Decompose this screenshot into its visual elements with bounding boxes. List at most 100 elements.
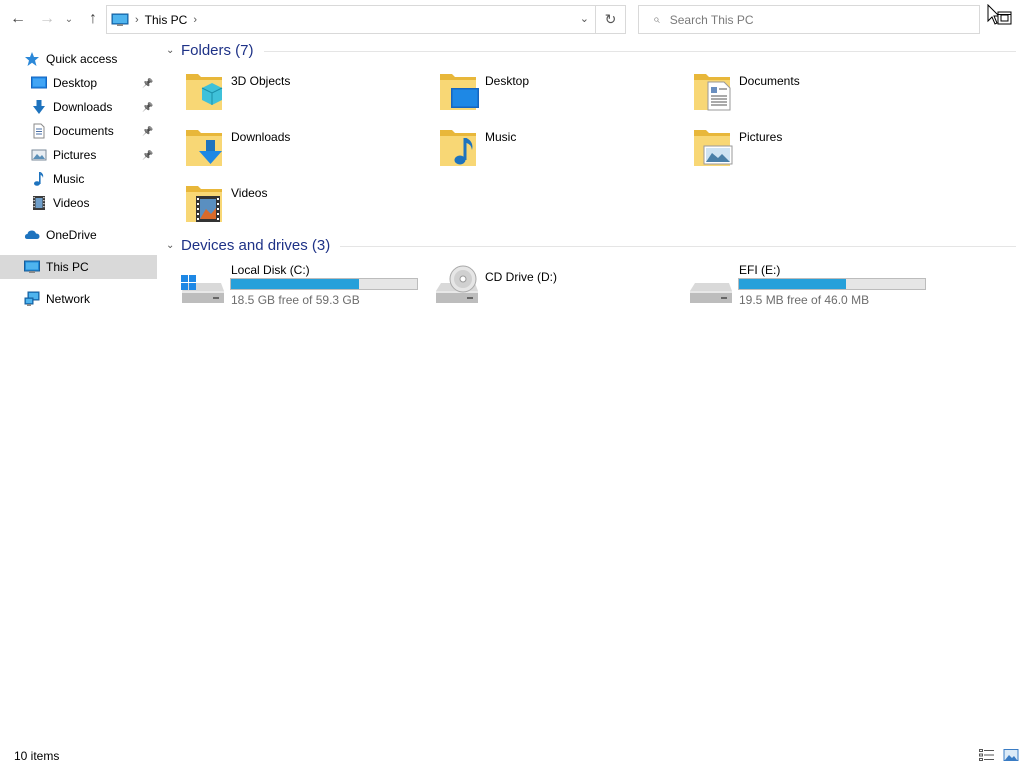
search-icon: ⌕ bbox=[653, 12, 660, 26]
up-button[interactable]: ↑ bbox=[83, 8, 103, 30]
document-icon bbox=[31, 123, 47, 139]
group-title: Devices and drives (3) bbox=[181, 236, 331, 254]
address-bar[interactable]: › This PC › ⌄ bbox=[106, 5, 596, 34]
cloud-icon bbox=[24, 227, 40, 243]
window-move-cursor-icon bbox=[987, 4, 1012, 25]
view-mode-buttons bbox=[978, 748, 1020, 762]
back-button[interactable]: ← bbox=[8, 8, 28, 30]
recent-locations-button[interactable]: ⌄ bbox=[62, 8, 76, 30]
large-icons-view-icon[interactable] bbox=[1002, 748, 1020, 762]
folder-name: Downloads bbox=[231, 130, 291, 144]
search-input[interactable] bbox=[669, 12, 950, 27]
refresh-icon: ↻ bbox=[604, 11, 617, 27]
nav-item-label: Quick access bbox=[46, 52, 118, 66]
cd-drive-icon bbox=[436, 265, 478, 303]
nav-item-label: Pictures bbox=[53, 148, 97, 162]
folder-music-icon bbox=[440, 130, 476, 166]
picture-icon bbox=[31, 147, 47, 163]
group-title: Folders (7) bbox=[181, 41, 254, 59]
folder-name: Music bbox=[485, 130, 517, 144]
folder-item-documents[interactable]: Documents bbox=[692, 66, 932, 116]
arrow-left-icon: ← bbox=[10, 10, 26, 27]
drive-free-space: 18.5 GB free of 59.3 GB bbox=[231, 293, 360, 307]
nav-this-pc[interactable]: This PC bbox=[0, 255, 157, 279]
drive-name: EFI (E:) bbox=[739, 263, 781, 277]
breadcrumb-separator[interactable]: › bbox=[135, 14, 139, 26]
drive-usage-fill bbox=[231, 279, 359, 289]
nav-item-label: Videos bbox=[53, 196, 90, 210]
folder-pictures-icon bbox=[694, 130, 733, 166]
drive-name: CD Drive (D:) bbox=[485, 270, 557, 284]
folder-desktop-icon bbox=[440, 74, 479, 110]
nav-item-videos[interactable]: Videos bbox=[0, 191, 157, 215]
pin-icon[interactable]: 📌 bbox=[142, 150, 153, 161]
nav-item-desktop[interactable]: Desktop 📌 bbox=[0, 71, 157, 95]
folder-3d-objects-icon bbox=[186, 74, 223, 110]
folders-group-header[interactable]: ⌄ Folders (7) bbox=[166, 40, 1016, 60]
drive-name: Local Disk (C:) bbox=[231, 263, 310, 277]
folder-name: Documents bbox=[739, 74, 800, 88]
navigation-pane: Quick access Desktop 📌 Downloads 📌 Docum… bbox=[0, 42, 157, 742]
nav-network[interactable]: Network bbox=[0, 287, 157, 311]
pin-icon[interactable]: 📌 bbox=[142, 102, 153, 113]
address-history-dropdown-icon[interactable]: ⌄ bbox=[580, 12, 589, 25]
group-divider bbox=[263, 50, 1016, 52]
nav-item-label: OneDrive bbox=[46, 228, 97, 242]
nav-item-label: This PC bbox=[46, 260, 89, 274]
folder-name: Pictures bbox=[739, 130, 783, 144]
music-note-icon bbox=[31, 171, 47, 187]
film-strip-icon bbox=[31, 195, 47, 211]
drive-item-d[interactable]: CD Drive (D:) bbox=[433, 263, 683, 313]
desktop-icon bbox=[31, 75, 47, 91]
search-box[interactable]: ⌕ bbox=[638, 5, 980, 34]
group-divider bbox=[340, 245, 1016, 247]
folder-item-3d-objects[interactable]: 3D Objects bbox=[184, 66, 424, 116]
star-icon bbox=[24, 51, 40, 67]
pin-icon[interactable]: 📌 bbox=[142, 78, 153, 89]
nav-item-documents[interactable]: Documents 📌 bbox=[0, 119, 157, 143]
drive-item-e[interactable]: EFI (E:) 19.5 MB free of 46.0 MB bbox=[687, 263, 937, 313]
nav-item-downloads[interactable]: Downloads 📌 bbox=[0, 95, 157, 119]
pin-icon[interactable]: 📌 bbox=[142, 126, 153, 137]
nav-item-label: Downloads bbox=[53, 100, 113, 114]
folder-documents-icon bbox=[694, 74, 731, 111]
nav-onedrive[interactable]: OneDrive bbox=[0, 223, 157, 247]
breadcrumb-separator[interactable]: › bbox=[193, 14, 197, 26]
windows-drive-icon bbox=[181, 275, 224, 303]
nav-item-label: Network bbox=[46, 292, 91, 306]
arrow-up-icon: ↑ bbox=[89, 10, 97, 27]
refresh-button[interactable]: ↻ bbox=[596, 5, 626, 34]
drives-group-header[interactable]: ⌄ Devices and drives (3) bbox=[166, 235, 1016, 255]
folder-item-videos[interactable]: Videos bbox=[184, 178, 424, 228]
collapse-chevron-icon[interactable]: ⌄ bbox=[166, 240, 181, 251]
chevron-down-icon: ⌄ bbox=[64, 13, 74, 25]
folder-item-desktop[interactable]: Desktop bbox=[438, 66, 678, 116]
folder-downloads-icon bbox=[186, 130, 222, 166]
this-pc-icon bbox=[111, 13, 129, 26]
folder-item-music[interactable]: Music bbox=[438, 122, 678, 172]
drive-usage-fill bbox=[739, 279, 847, 289]
hard-drive-icon bbox=[690, 283, 732, 303]
folder-videos-icon bbox=[186, 186, 222, 222]
drive-usage-bar bbox=[230, 278, 418, 290]
nav-item-label: Desktop bbox=[53, 76, 98, 90]
nav-quick-access[interactable]: Quick access bbox=[0, 47, 157, 71]
drive-free-space: 19.5 MB free of 46.0 MB bbox=[739, 293, 870, 307]
nav-item-music[interactable]: Music bbox=[0, 167, 157, 191]
breadcrumb-this-pc[interactable]: This PC bbox=[145, 13, 188, 27]
arrow-right-icon: → bbox=[39, 10, 55, 27]
status-item-count: 10 items bbox=[14, 749, 60, 763]
folder-item-pictures[interactable]: Pictures bbox=[692, 122, 932, 172]
computer-icon bbox=[24, 259, 40, 275]
collapse-chevron-icon[interactable]: ⌄ bbox=[166, 45, 181, 56]
folder-item-downloads[interactable]: Downloads bbox=[184, 122, 424, 172]
folder-name: Desktop bbox=[485, 74, 530, 88]
download-arrow-icon bbox=[31, 99, 47, 115]
details-view-icon[interactable] bbox=[978, 748, 996, 762]
nav-item-pictures[interactable]: Pictures 📌 bbox=[0, 143, 157, 167]
forward-button[interactable]: → bbox=[37, 8, 57, 30]
drive-item-c[interactable]: Local Disk (C:) 18.5 GB free of 59.3 GB bbox=[179, 263, 429, 313]
folder-name: 3D Objects bbox=[231, 74, 291, 88]
nav-item-label: Documents bbox=[53, 124, 114, 138]
nav-item-label: Music bbox=[53, 172, 85, 186]
